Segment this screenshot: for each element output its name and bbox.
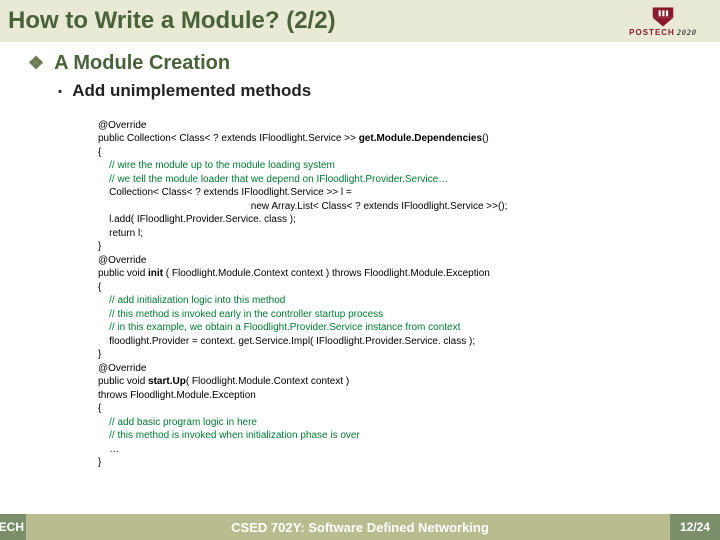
code-line: public Collection< Class< ? extends IFlo… (98, 133, 489, 144)
bullet-sub: ▪ Add unimplemented methods (58, 81, 702, 101)
code-line: public void start.Up( Floodlight.Module.… (98, 376, 349, 387)
code-line: } (98, 349, 101, 360)
square-bullet-icon: ▪ (58, 84, 62, 98)
code-comment: // this method is invoked early in the c… (98, 309, 383, 320)
diamond-bullet-icon: ❖ (28, 53, 44, 74)
code-line: @Override (98, 120, 147, 131)
code-line: } (98, 241, 101, 252)
footer-left: ECH (0, 514, 26, 540)
bullet-sub-text: Add unimplemented methods (72, 81, 311, 101)
code-line: new Array.List< Class< ? extends IFloodl… (98, 201, 507, 212)
code-line: @Override (98, 255, 147, 266)
code-line: … (98, 444, 119, 455)
code-comment: // wire the module up to the module load… (98, 160, 335, 171)
footer: ECH CSED 702Y: Software Defined Networki… (0, 514, 720, 540)
code-comment: // this method is invoked when initializ… (98, 430, 360, 441)
code-line: floodlight.Provider = context. get.Servi… (98, 336, 475, 347)
logo-institution: POSTECH (629, 28, 675, 37)
logo-shield-icon (648, 6, 678, 28)
code-line: { (98, 147, 101, 158)
title-bar: How to Write a Module? (2/2) (0, 0, 720, 42)
bullet-main-text: A Module Creation (54, 52, 230, 75)
code-line: { (98, 282, 101, 293)
footer-page: 12/24 (670, 514, 720, 540)
footer-course: CSED 702Y: Software Defined Networking (0, 520, 720, 535)
logo-text: POSTECH 2020 (629, 28, 697, 37)
code-line: throws Floodlight.Module.Exception (98, 390, 256, 401)
code-line: public void init ( Floodlight.Module.Con… (98, 268, 490, 279)
code-line: return l; (98, 228, 143, 239)
code-comment: // in this example, we obtain a Floodlig… (98, 322, 460, 333)
code-line: l.add( IFloodlight.Provider.Service. cla… (98, 214, 296, 225)
code-comment: // add initialization logic into this me… (98, 295, 285, 306)
logo: POSTECH 2020 (618, 6, 708, 46)
code-block: @Override public Collection< Class< ? ex… (98, 105, 702, 483)
code-line: } (98, 457, 101, 468)
code-line: { (98, 403, 101, 414)
bullet-main: ❖ A Module Creation (28, 52, 702, 75)
slide-title: How to Write a Module? (2/2) (8, 7, 336, 35)
code-comment: // add basic program logic in here (98, 417, 257, 428)
logo-year: 2020 (677, 28, 697, 37)
slide-body: ❖ A Module Creation ▪ Add unimplemented … (0, 42, 720, 483)
code-comment: // we tell the module loader that we dep… (98, 174, 448, 185)
code-line: Collection< Class< ? extends IFloodlight… (98, 187, 352, 198)
code-line: @Override (98, 363, 147, 374)
